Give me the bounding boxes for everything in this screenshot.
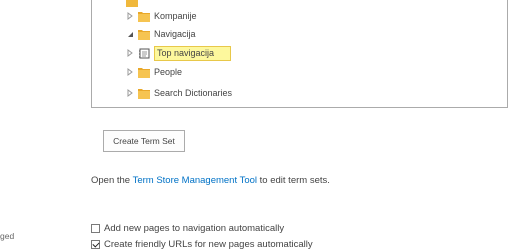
collapse-arrow-icon[interactable] bbox=[126, 28, 134, 40]
folder-icon bbox=[138, 29, 150, 40]
tree-node-people[interactable]: People bbox=[126, 64, 182, 80]
term-set-icon bbox=[138, 47, 150, 59]
tree-node-label: Kompanije bbox=[154, 11, 197, 21]
info-prefix: Open the bbox=[91, 175, 133, 186]
info-suffix: to edit term sets. bbox=[257, 175, 330, 186]
folder-icon bbox=[138, 67, 150, 78]
add-pages-checkbox[interactable] bbox=[91, 224, 100, 233]
tree-node-navigacija[interactable]: Navigacija bbox=[126, 26, 196, 42]
tree-node-label: Navigacija bbox=[154, 29, 196, 39]
create-term-set-button[interactable]: Create Term Set bbox=[103, 130, 185, 152]
folder-icon bbox=[138, 11, 150, 22]
option-add-pages-to-navigation[interactable]: Add new pages to navigation automaticall… bbox=[91, 223, 284, 234]
tree-node-label: Search Dictionaries bbox=[154, 88, 233, 98]
term-set-tree[interactable]: Kompanije Navigacija Top navigacija Peop… bbox=[91, 0, 508, 108]
folder-icon bbox=[138, 88, 150, 99]
expand-arrow-icon[interactable] bbox=[126, 66, 134, 78]
tree-node-kompanije[interactable]: Kompanije bbox=[126, 8, 197, 24]
expand-arrow-icon[interactable] bbox=[126, 10, 134, 22]
tree-node-top-navigacija[interactable]: Top navigacija bbox=[126, 45, 232, 61]
expand-arrow-icon[interactable] bbox=[126, 47, 134, 59]
tree-node-search-dictionaries[interactable]: Search Dictionaries bbox=[126, 85, 232, 101]
expand-arrow-icon[interactable] bbox=[126, 87, 134, 99]
option-label: Create friendly URLs for new pages autom… bbox=[104, 239, 313, 250]
tree-node-label: People bbox=[154, 67, 183, 77]
option-friendly-urls[interactable]: Create friendly URLs for new pages autom… bbox=[91, 239, 313, 250]
term-store-info: Open the Term Store Management Tool to e… bbox=[91, 175, 330, 186]
option-label: Add new pages to navigation automaticall… bbox=[104, 223, 285, 234]
folder-icon bbox=[126, 0, 138, 7]
friendly-urls-checkbox[interactable] bbox=[91, 240, 100, 249]
tree-node-label-selected: Top navigacija bbox=[154, 45, 232, 61]
side-text-fragment: ged bbox=[0, 231, 15, 241]
term-store-management-tool-link[interactable]: Term Store Management Tool bbox=[133, 175, 257, 186]
